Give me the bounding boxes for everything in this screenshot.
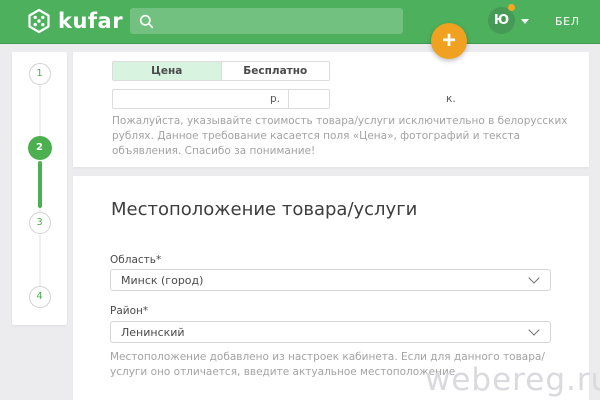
- region-select[interactable]: Минск (город): [110, 269, 551, 291]
- step-connector: [39, 235, 40, 286]
- step-2-active[interactable]: 2: [28, 136, 52, 160]
- tab-free[interactable]: Бесплатно: [221, 62, 330, 80]
- step-connector: [39, 86, 40, 137]
- chevron-down-icon: [528, 324, 539, 335]
- search-input[interactable]: [161, 13, 385, 29]
- price-section-card: Цена Бесплатно р. к. Пожалуйста, указыва…: [73, 52, 589, 167]
- kopecks-suffix-label: к.: [446, 93, 464, 105]
- kufar-ad-form-page: kufar Ю БЕЛ + 1 2 3 4 Цена: [0, 0, 600, 400]
- price-inputs-row: р. к.: [112, 89, 330, 109]
- district-select[interactable]: Ленинский: [110, 321, 551, 343]
- kopecks-cell: к.: [288, 90, 464, 108]
- step-3[interactable]: 3: [29, 212, 51, 234]
- region-label: Область*: [110, 254, 161, 266]
- language-switcher[interactable]: БЕЛ: [555, 15, 580, 28]
- district-selected-value: Ленинский: [111, 326, 530, 339]
- step-progress-connector: [38, 161, 42, 208]
- search-icon: [139, 14, 154, 29]
- price-type-tabs: Цена Бесплатно: [112, 61, 330, 81]
- step-4[interactable]: 4: [29, 286, 51, 308]
- steps-sidebar: 1 2 3 4: [12, 52, 67, 325]
- tab-price[interactable]: Цена: [113, 62, 221, 80]
- kufar-logo[interactable]: kufar: [26, 8, 123, 34]
- rubles-suffix-label: р.: [270, 93, 288, 105]
- user-avatar[interactable]: Ю: [488, 7, 515, 34]
- region-selected-value: Минск (город): [111, 274, 530, 287]
- price-requirement-note: Пожалуйста, указывайте стоимость товара/…: [112, 114, 570, 159]
- step-1[interactable]: 1: [29, 63, 51, 85]
- chevron-down-icon: [528, 272, 539, 283]
- location-section-title: Местоположение товара/услуги: [111, 199, 417, 220]
- user-menu-chevron-down-icon[interactable]: [521, 19, 529, 24]
- watermark: webereg.ru: [425, 362, 600, 398]
- notification-dot: [508, 4, 515, 11]
- district-label: Район*: [110, 305, 148, 317]
- price-rubles-input[interactable]: [113, 93, 270, 106]
- price-kopecks-input[interactable]: [289, 93, 446, 106]
- top-navbar: kufar Ю БЕЛ: [0, 0, 600, 44]
- brand-name: kufar: [58, 8, 123, 34]
- rubles-cell: р.: [113, 90, 288, 108]
- kufar-hexagon-icon: [26, 8, 52, 34]
- search-bar[interactable]: [130, 8, 403, 34]
- add-listing-button[interactable]: +: [431, 23, 467, 59]
